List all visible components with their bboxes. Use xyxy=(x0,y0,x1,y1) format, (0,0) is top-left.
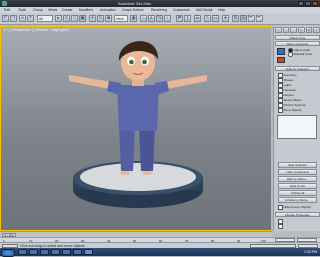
schematic-view-icon[interactable]: ☷ xyxy=(212,15,219,22)
align-icon[interactable]: ⫾ xyxy=(184,15,191,22)
command-panel: + ~ - o D T Object Type Name and Color O… xyxy=(273,26,320,231)
tab-motion[interactable]: o xyxy=(298,27,305,33)
color-swatch-alt[interactable] xyxy=(277,57,285,63)
unhide-all-button[interactable]: Unhide All xyxy=(278,190,317,196)
menu-item-tools[interactable]: Tools xyxy=(18,8,26,12)
hide-by-name-button[interactable]: Hide by Name... xyxy=(278,176,317,182)
angle-snap-icon[interactable]: ∠ xyxy=(148,15,155,22)
taskbar-app-1[interactable] xyxy=(18,249,27,255)
taskbar-clock: 1:43 PM xyxy=(303,249,317,254)
taskbar-app-6[interactable] xyxy=(73,249,82,255)
region-select-icon[interactable]: □ xyxy=(71,15,78,22)
perspective-viewport[interactable]: [ + ] [ Perspective ] [ Smooth + Highlig… xyxy=(0,26,272,231)
checkbox-bone-objects[interactable]: Bone Objects xyxy=(278,108,302,113)
menu-item-animation[interactable]: Animation xyxy=(100,8,116,12)
scale-icon[interactable]: ■ xyxy=(105,15,112,22)
move-icon[interactable]: ✛ xyxy=(89,15,96,22)
close-button[interactable] xyxy=(312,1,318,6)
window-title: Autodesk 3ds Max xyxy=(118,1,151,6)
tab-create[interactable]: + xyxy=(275,27,282,33)
spinner-snap-icon[interactable]: ↕ xyxy=(164,15,171,22)
checkbox-cameras[interactable]: Cameras xyxy=(278,88,296,93)
render-frame-icon[interactable]: ▤ xyxy=(240,15,247,22)
checkbox-shapes[interactable]: Shapes xyxy=(278,78,294,83)
rollout-name-and-color[interactable]: Name and Color xyxy=(275,41,320,46)
taskbar-app-3[interactable] xyxy=(40,249,49,255)
app-logo-icon[interactable] xyxy=(2,1,7,6)
unlink-icon[interactable]: ≠ xyxy=(27,15,34,22)
menu-item-modifiers[interactable]: Modifiers xyxy=(79,8,93,12)
quick-render-alt-icon[interactable]: ☕ xyxy=(256,15,263,22)
percent-snap-icon[interactable]: % xyxy=(156,15,163,22)
taskbar: 1:43 PM xyxy=(0,248,320,257)
menu-item-graph-editors[interactable]: Graph Editors xyxy=(122,8,144,12)
menu-item-views[interactable]: Views xyxy=(48,8,57,12)
material-editor-icon[interactable]: ● xyxy=(222,15,229,22)
category-filter-list[interactable] xyxy=(277,115,317,139)
color-swatch[interactable] xyxy=(277,48,285,55)
rollout-display-properties[interactable]: Display Properties xyxy=(275,212,320,217)
window-crossing-icon[interactable]: ▣ xyxy=(79,15,86,22)
tab-utilities[interactable]: T xyxy=(313,27,320,33)
link-icon[interactable]: ∞ xyxy=(19,15,26,22)
undo-icon[interactable]: ↶ xyxy=(2,15,9,22)
select-object-icon[interactable]: ▸ xyxy=(55,15,62,22)
pivot-center-icon[interactable]: ◉ xyxy=(130,15,137,22)
checkbox-geometry[interactable]: Geometry xyxy=(278,73,297,78)
selection-filter-dropdown[interactable]: All xyxy=(37,15,53,22)
hide-by-hit-button[interactable]: Hide by Hit xyxy=(278,183,317,189)
snap-toggle-icon[interactable]: ⌂ xyxy=(140,15,147,22)
menu-item-group[interactable]: Group xyxy=(33,8,43,12)
taskbar-app-4[interactable] xyxy=(51,249,60,255)
checkbox-lights[interactable]: Lights xyxy=(278,83,292,88)
rollout-object-type[interactable]: Object Type xyxy=(275,35,320,40)
render-setup-icon[interactable]: ⚙ xyxy=(232,15,239,22)
maximize-button[interactable] xyxy=(305,1,311,6)
checkbox-helpers[interactable]: Helpers xyxy=(278,93,294,98)
checkbox-particle-systems[interactable]: Particle Systems xyxy=(278,103,306,108)
checkbox-display-option-2[interactable] xyxy=(278,224,284,229)
layer-manager-icon[interactable]: ☰ xyxy=(194,15,201,22)
hide-unselected-button[interactable]: Hide Unselected xyxy=(278,169,317,175)
quick-render-icon[interactable]: ☕ xyxy=(248,15,255,22)
select-by-name-icon[interactable]: ≡ xyxy=(63,15,70,22)
main-toolbar: ↶ ↷ ∞ ≠ All ▸ ≡ □ ▣ ✛ ↻ ■ View ◉ ⌂ ∠ % ↕… xyxy=(0,13,320,25)
reference-coordinate-dropdown[interactable]: View xyxy=(114,15,128,22)
rollout-hide-by-category[interactable]: Hide by Category xyxy=(275,66,320,71)
redo-icon[interactable]: ↷ xyxy=(10,15,17,22)
minimize-button[interactable] xyxy=(298,1,304,6)
checkbox-display-option-1[interactable] xyxy=(278,219,284,224)
unhide-by-name-button[interactable]: Unhide by Name... xyxy=(278,197,317,203)
command-panel-tabs: + ~ - o D T xyxy=(275,27,320,33)
checkbox-space-warps[interactable]: Space Warps xyxy=(278,98,301,103)
curve-editor-icon[interactable]: ∿ xyxy=(204,15,211,22)
mirror-icon[interactable]: ⇄ xyxy=(176,15,183,22)
menu-item-rendering[interactable]: Rendering xyxy=(151,8,167,12)
tab-display[interactable]: D xyxy=(305,27,313,33)
checkbox-hide-frozen[interactable]: Hide Frozen Objects xyxy=(278,205,311,210)
menu-item-edit[interactable]: Edit xyxy=(4,8,10,12)
menu-item-maxscript[interactable]: MAXScript xyxy=(196,8,213,12)
radio-material-color[interactable]: Material Color xyxy=(288,52,312,57)
title-bar: Autodesk 3ds Max xyxy=(0,0,320,7)
rotate-icon[interactable]: ↻ xyxy=(97,15,104,22)
taskbar-app-2[interactable] xyxy=(29,249,38,255)
character-scene[interactable] xyxy=(1,27,272,231)
tab-hierarchy[interactable]: - xyxy=(290,27,298,33)
taskbar-app-3dsmax[interactable] xyxy=(84,249,93,255)
menu-item-customize[interactable]: Customize xyxy=(173,8,190,12)
hide-selected-button[interactable]: Hide Selected xyxy=(278,162,317,168)
menu-item-help[interactable]: Help xyxy=(218,8,225,12)
taskbar-app-5[interactable] xyxy=(62,249,71,255)
tab-modify[interactable]: ~ xyxy=(282,27,290,33)
menu-item-create[interactable]: Create xyxy=(62,8,73,12)
